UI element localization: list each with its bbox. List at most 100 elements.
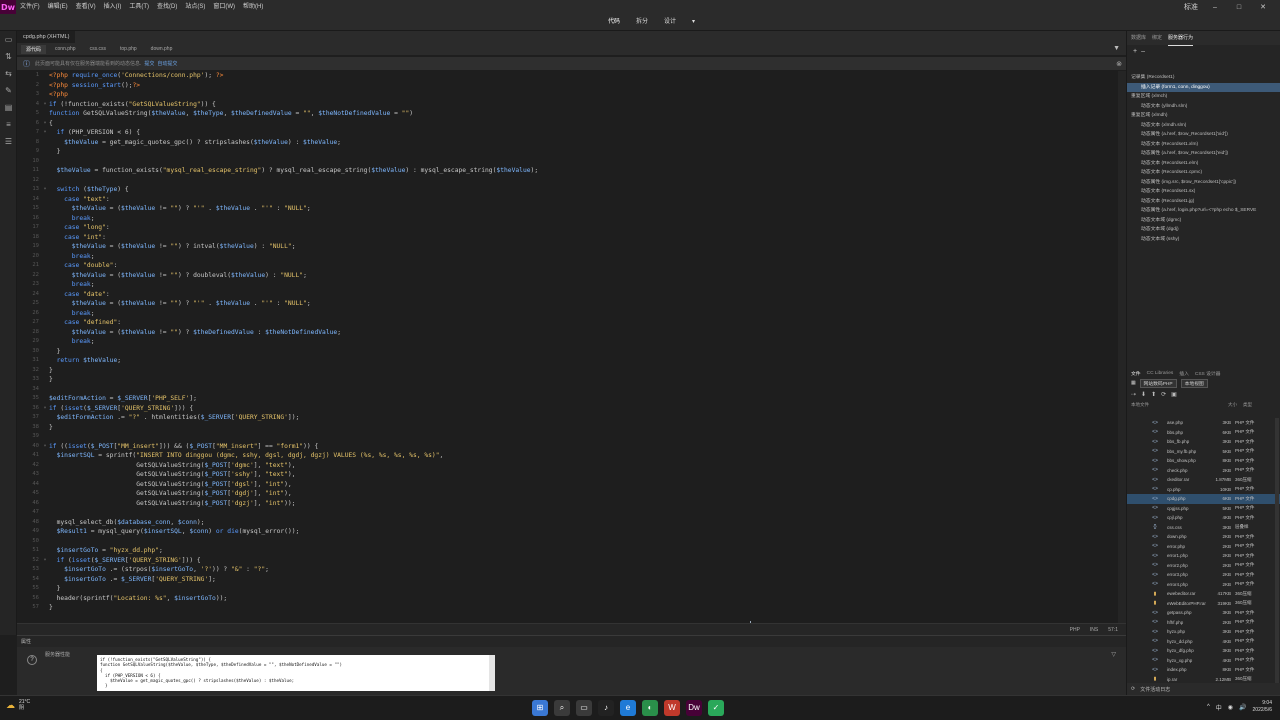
- code-line[interactable]: 22 $theValue = ($theValue != "") ? doubl…: [17, 271, 1126, 281]
- file-row[interactable]: <> bbs_my.fb.php 5KB PHP 文件: [1127, 447, 1280, 457]
- start-icon[interactable]: ⊞: [532, 700, 548, 716]
- fold-marker[interactable]: [41, 195, 49, 205]
- file-row[interactable]: <> bbs.php 6KB PHP 文件: [1127, 428, 1280, 438]
- menu-item[interactable]: 站点(S): [181, 0, 209, 14]
- server-behavior-item[interactable]: 重复区域 (xlmch): [1127, 92, 1280, 102]
- file-row[interactable]: <> check.php 2KB PHP 文件: [1127, 466, 1280, 476]
- tab-database[interactable]: 数据库: [1131, 31, 1146, 45]
- remove-icon[interactable]: –: [1141, 48, 1145, 55]
- dreamweaver-icon[interactable]: Dw: [686, 700, 702, 716]
- expand-icon[interactable]: ▣: [1171, 391, 1177, 398]
- code-editor[interactable]: 1 <?php require_once('Connections/conn.ph…: [17, 71, 1126, 623]
- volume-icon[interactable]: 🔊: [1239, 704, 1246, 711]
- fold-marker[interactable]: [41, 537, 49, 547]
- fold-marker[interactable]: [41, 337, 49, 347]
- fold-marker[interactable]: [41, 499, 49, 509]
- fold-marker[interactable]: [41, 584, 49, 594]
- fold-marker[interactable]: [41, 309, 49, 319]
- code-line[interactable]: 32}: [17, 366, 1126, 376]
- fold-marker[interactable]: [41, 109, 49, 119]
- file-row[interactable]: <> index.php 8KB PHP 文件: [1127, 665, 1280, 675]
- tab-split[interactable]: 拆分: [633, 14, 651, 31]
- tab-insert[interactable]: 插入: [1179, 370, 1189, 377]
- fold-marker[interactable]: [41, 575, 49, 585]
- code-line[interactable]: 9 }: [17, 147, 1126, 157]
- code-line[interactable]: 14 case "text":: [17, 195, 1126, 205]
- sort-icon[interactable]: ⇅: [0, 48, 17, 65]
- activity-log-label[interactable]: 文件活动日志: [1140, 686, 1170, 693]
- code-line[interactable]: 35 $editFormAction = $_SERVER['PHP_SELF']…: [17, 394, 1126, 404]
- code-line[interactable]: 23 break;: [17, 280, 1126, 290]
- fold-marker[interactable]: [41, 138, 49, 148]
- code-line[interactable]: 51 $insertGoTo = "hyzx_dd.php";: [17, 546, 1126, 556]
- code-line[interactable]: 27 case "defined":: [17, 318, 1126, 328]
- fold-marker[interactable]: [41, 90, 49, 100]
- server-behavior-item[interactable]: 动态属性 (a.href, $row_Recordset1['xid']): [1127, 130, 1280, 140]
- fold-marker[interactable]: [41, 242, 49, 252]
- fold-marker[interactable]: [41, 147, 49, 157]
- info-link-submit[interactable]: 提交: [144, 60, 154, 67]
- refresh-icon[interactable]: ⟳: [1131, 686, 1135, 692]
- fold-marker[interactable]: [41, 594, 49, 604]
- col-local-files[interactable]: 本地文件: [1131, 402, 1215, 408]
- code-line[interactable]: 21 case "double":: [17, 261, 1126, 271]
- fold-marker[interactable]: [41, 233, 49, 243]
- file-row[interactable]: ▮ eWebEditorPHP.rar 319KB 360压缩: [1127, 599, 1280, 609]
- fold-marker[interactable]: [41, 290, 49, 300]
- server-behavior-item[interactable]: 记录集 (Recordset1): [1127, 73, 1280, 83]
- indent-icon[interactable]: ≡: [0, 116, 17, 133]
- tiktok-icon[interactable]: ♪: [598, 700, 614, 716]
- file-row[interactable]: <> cp.php 10KB PHP 文件: [1127, 485, 1280, 495]
- network-icon[interactable]: ◉: [1228, 704, 1233, 711]
- menu-item[interactable]: 编辑(E): [44, 0, 72, 14]
- code-line[interactable]: 2 <?php session_start();?>: [17, 81, 1126, 91]
- fold-marker[interactable]: [41, 394, 49, 404]
- fold-marker[interactable]: [41, 157, 49, 167]
- code-line[interactable]: 24 case "date":: [17, 290, 1126, 300]
- server-behavior-item[interactable]: 动态属性 (img.src, $row_Recordset1['cppic']): [1127, 178, 1280, 188]
- code-line[interactable]: 33}: [17, 375, 1126, 385]
- properties-scrollbar[interactable]: [489, 655, 495, 691]
- chrome-icon[interactable]: ◐: [642, 700, 658, 716]
- server-behavior-item[interactable]: 动态属性 (a.href, login.php?url=<?php echo $…: [1127, 206, 1280, 216]
- help-icon[interactable]: ?: [27, 655, 37, 665]
- clock[interactable]: 9:04 2022/5/6: [1253, 700, 1272, 714]
- code-line[interactable]: 3 <?php: [17, 90, 1126, 100]
- fold-marker[interactable]: [41, 166, 49, 176]
- server-behavior-item[interactable]: 插入记录 (form1, conn, dinggou): [1127, 82, 1280, 92]
- ime-icon[interactable]: 中: [1216, 703, 1222, 712]
- file-row[interactable]: <> getpass.php 3KB PHP 文件: [1127, 608, 1280, 618]
- fold-marker[interactable]: [41, 527, 49, 537]
- server-behavior-item[interactable]: 动态文本 (Recordset1.elm): [1127, 159, 1280, 169]
- col-size[interactable]: 大小: [1215, 402, 1243, 408]
- fold-marker[interactable]: ▾: [41, 404, 49, 414]
- comment-icon[interactable]: ▤: [0, 99, 17, 116]
- fold-marker[interactable]: [41, 328, 49, 338]
- file-row[interactable]: ▮ ip.rar 2.12MB 360压缩: [1127, 675, 1280, 684]
- site-select[interactable]: 网站数码PHP: [1139, 379, 1177, 388]
- expand-icon[interactable]: ▽: [1111, 651, 1116, 658]
- fold-marker[interactable]: [41, 413, 49, 423]
- properties-code-preview[interactable]: if (!function_exists("GetSQLValueString"…: [97, 655, 495, 691]
- fold-marker[interactable]: [41, 470, 49, 480]
- code-line[interactable]: 34: [17, 385, 1126, 395]
- filter-icon[interactable]: ▼: [1113, 45, 1120, 52]
- fold-marker[interactable]: ▾: [41, 128, 49, 138]
- menu-item[interactable]: 插入(I): [100, 0, 126, 14]
- code-line[interactable]: 8 $theValue = get_magic_quotes_gpc() ? s…: [17, 138, 1126, 148]
- fold-marker[interactable]: [41, 432, 49, 442]
- file-row[interactable]: <> hyzx_dd.php 4KB PHP 文件: [1127, 637, 1280, 647]
- server-behavior-item[interactable]: 动态文本域 (dgmc): [1127, 216, 1280, 226]
- fold-marker[interactable]: [41, 214, 49, 224]
- menu-item[interactable]: 工具(T): [125, 0, 153, 14]
- fold-marker[interactable]: [41, 280, 49, 290]
- fold-marker[interactable]: [41, 603, 49, 613]
- fold-marker[interactable]: [41, 546, 49, 556]
- file-row[interactable]: <> ckeditor.rar 1.87MB 360压缩: [1127, 475, 1280, 485]
- menu-item[interactable]: 帮助(H): [239, 0, 267, 14]
- file-row[interactable]: <> cpdg.php 6KB PHP 文件: [1127, 494, 1280, 504]
- editor-scrollbar[interactable]: [1118, 71, 1126, 623]
- code-line[interactable]: 48 mysql_select_db($database_conn, $conn…: [17, 518, 1126, 528]
- fold-marker[interactable]: [41, 347, 49, 357]
- workspace-mode[interactable]: 标准: [1184, 2, 1198, 12]
